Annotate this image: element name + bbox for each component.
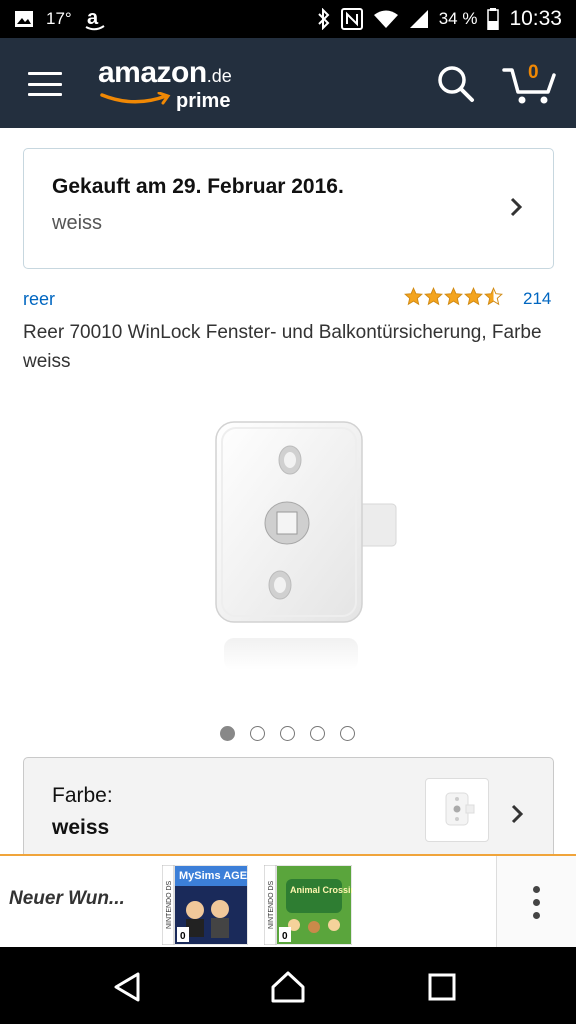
logo-tld: .de — [206, 66, 232, 86]
bluetooth-icon — [317, 8, 331, 30]
logo-wordmark: amazon — [98, 56, 207, 89]
game-cover-animal-crossing[interactable]: NINTENDO DS Animal Crossing 0 — [263, 864, 362, 946]
variant-label: Farbe: — [52, 784, 113, 807]
brand-link[interactable]: reer — [23, 289, 55, 310]
battery-percent: 34 % — [438, 9, 478, 28]
amazon-smile-icon — [100, 92, 171, 105]
ad-text: Neuer Wun... — [9, 888, 125, 909]
ad-banner[interactable]: Neuer Wun... NINTENDO DS MySims AGENTS 0… — [0, 854, 576, 949]
amazon-prime-logo[interactable]: amazon.de prime — [98, 56, 232, 112]
purchase-history-card[interactable]: Gekauft am 29. Februar 2016. weiss — [23, 148, 554, 269]
back-icon[interactable] — [108, 967, 148, 1007]
amazon-notification-icon: a — [84, 7, 106, 31]
carousel-dot[interactable] — [220, 726, 235, 741]
product-image[interactable] — [200, 408, 410, 678]
svg-text:a: a — [87, 7, 99, 29]
variant-thumbnail — [425, 778, 489, 842]
star-rating[interactable] — [404, 287, 503, 306]
review-count-link[interactable]: 214 — [523, 289, 551, 309]
star-full-icon — [444, 287, 463, 306]
logo-prime: prime — [176, 90, 231, 112]
age-rating: 0 — [282, 931, 288, 942]
chevron-right-icon — [510, 800, 524, 832]
variant-selector[interactable]: Farbe: weiss — [23, 757, 554, 867]
battery-icon — [487, 8, 500, 30]
game1-title: MySims AGENTS — [179, 870, 248, 882]
nfc-icon — [340, 8, 363, 30]
search-icon[interactable] — [436, 64, 476, 104]
star-full-icon — [424, 287, 443, 306]
game2-title: Animal Crossing — [290, 885, 352, 895]
cart-count: 0 — [528, 62, 539, 83]
star-half-icon — [484, 287, 503, 306]
image-carousel-dots[interactable] — [220, 726, 355, 741]
purchase-variant: weiss — [52, 212, 103, 234]
carousel-dot[interactable] — [310, 726, 325, 741]
app-header: amazon.de prime 0 — [0, 38, 576, 128]
temperature-text: 17° — [46, 9, 72, 28]
status-bar: 17° a 34 % 10:33 — [0, 0, 576, 38]
cart-button[interactable]: 0 — [502, 62, 558, 106]
recents-icon[interactable] — [422, 967, 462, 1007]
clock: 10:33 — [509, 7, 562, 30]
carousel-dot[interactable] — [280, 726, 295, 741]
signal-icon — [409, 9, 429, 29]
svg-text:NINTENDO DS: NINTENDO DS — [268, 880, 275, 929]
star-full-icon — [464, 287, 483, 306]
star-full-icon — [404, 287, 423, 306]
gallery-notification-icon — [14, 9, 34, 29]
age-rating: 0 — [180, 931, 186, 942]
product-title: Reer 70010 WinLock Fenster- und Balkontü… — [23, 322, 542, 372]
chevron-right-icon — [509, 193, 523, 225]
system-nav-bar — [0, 947, 576, 1024]
purchase-date: Gekauft am 29. Februar 2016. — [52, 175, 344, 198]
svg-text:NINTENDO DS: NINTENDO DS — [166, 880, 173, 929]
game-cover-mysims[interactable]: NINTENDO DS MySims AGENTS 0 — [161, 864, 269, 946]
wifi-icon — [373, 9, 399, 29]
variant-value: weiss — [52, 816, 110, 839]
menu-icon[interactable] — [28, 72, 62, 96]
more-options-icon[interactable] — [496, 856, 576, 949]
home-icon[interactable] — [268, 967, 308, 1007]
carousel-dot[interactable] — [250, 726, 265, 741]
carousel-dot[interactable] — [340, 726, 355, 741]
